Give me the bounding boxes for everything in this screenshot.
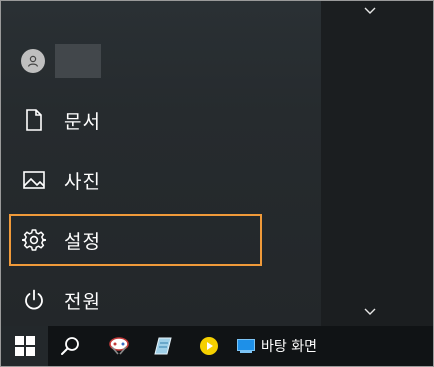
- search-icon: [61, 337, 79, 355]
- menu-item-settings[interactable]: 설정: [9, 214, 262, 266]
- username-placeholder: [55, 44, 101, 78]
- menu-item-documents[interactable]: 문서: [9, 94, 262, 146]
- desktop-label: 바탕 화면: [261, 339, 317, 355]
- gear-icon: [21, 227, 47, 253]
- menu-item-label: 전원: [64, 290, 101, 313]
- menu-item-power[interactable]: 전원: [9, 274, 262, 326]
- desktop-icon: [237, 339, 255, 353]
- document-icon: [21, 107, 47, 133]
- snipping-tool-icon: [109, 337, 129, 355]
- avatar-icon: [21, 49, 45, 73]
- media-player-icon: [200, 337, 218, 355]
- menu-item-label: 설정: [64, 230, 101, 253]
- taskbar: 바탕 화면: [1, 326, 433, 366]
- taskbar-app-notes[interactable]: [141, 326, 185, 366]
- user-account[interactable]: [21, 44, 101, 78]
- taskbar-app-snipping[interactable]: [97, 326, 141, 366]
- menu-item-label: 문서: [64, 110, 101, 133]
- tile-area: [321, 1, 433, 326]
- window-frame: 문서 사진 설정 전원 바탕 화면: [0, 0, 434, 367]
- taskbar-app-media-player[interactable]: [187, 326, 231, 366]
- menu-item-label: 사진: [64, 170, 101, 193]
- power-icon: [21, 287, 47, 313]
- chevron-down-icon[interactable]: [363, 305, 377, 319]
- search-button[interactable]: [48, 326, 92, 366]
- pictures-icon: [21, 167, 47, 193]
- desktop-toolbar-button[interactable]: 바탕 화면: [237, 326, 317, 366]
- chevron-down-icon[interactable]: [363, 4, 377, 18]
- notes-app-icon: [154, 337, 172, 355]
- menu-item-pictures[interactable]: 사진: [9, 154, 262, 206]
- start-menu-left-column: 문서 사진 설정 전원: [1, 1, 321, 326]
- windows-logo-icon: [14, 336, 35, 356]
- start-button[interactable]: [1, 326, 48, 366]
